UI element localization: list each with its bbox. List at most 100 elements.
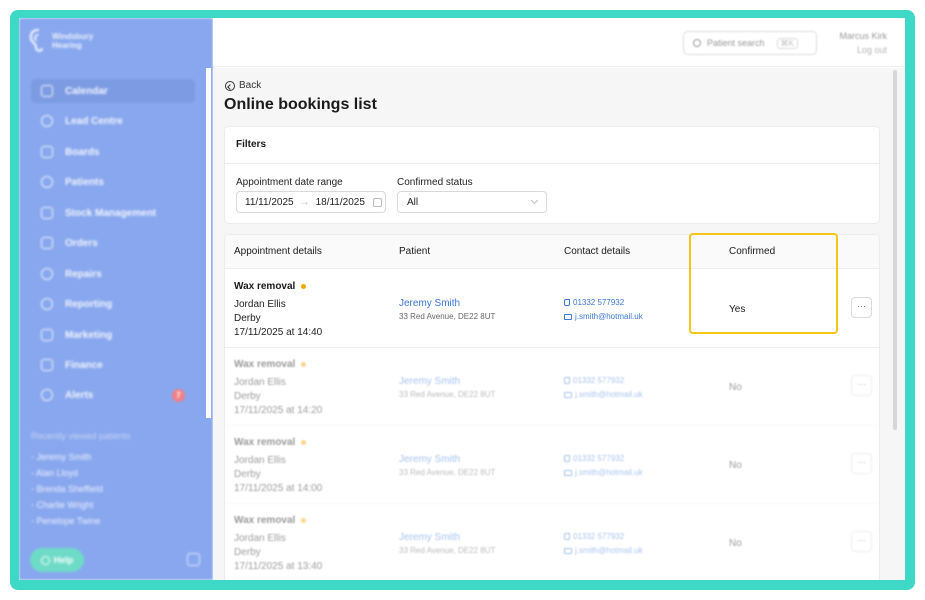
back-label: Back (239, 80, 262, 91)
appointment-type: Wax removal (234, 281, 307, 292)
alerts-badge: 7 (172, 388, 185, 402)
sidebar-item-label: Marketing (65, 329, 113, 341)
sidebar-item-label: Finance (65, 359, 103, 371)
location: Derby (234, 469, 261, 480)
email-link[interactable]: j.smith@hotmail.uk (564, 468, 643, 477)
confirmed-status-select[interactable]: All (397, 191, 547, 213)
phone-number: 01332 577932 (573, 376, 625, 385)
sidebar-item-lead-centre[interactable]: Lead Centre (31, 109, 195, 133)
confirmed-value: No (729, 538, 742, 549)
email-address: j.smith@hotmail.uk (575, 546, 643, 555)
patient-search-input[interactable]: Patient search ⌘K (683, 31, 817, 55)
date-range-picker[interactable]: 11/11/2025 → 18/11/2025 (236, 191, 386, 213)
confirmed-status-label: Confirmed status (397, 177, 473, 188)
patient-link[interactable]: Jeremy Smith (399, 376, 460, 387)
column-header-contact: Contact details (564, 246, 631, 257)
phone-link[interactable]: 01332 577932 (564, 376, 624, 385)
email-link[interactable]: j.smith@hotmail.uk (564, 312, 643, 321)
mail-icon (564, 469, 572, 476)
appointment-type: Wax removal (234, 359, 307, 370)
board-icon (41, 146, 53, 158)
main-scrollbar[interactable] (893, 70, 897, 430)
sidebar-item-patients[interactable]: Patients (31, 170, 195, 194)
practitioner: Jordan Ellis (234, 533, 286, 544)
phone-number: 01332 577932 (573, 298, 625, 307)
appointment-datetime: 17/11/2025 at 13:40 (234, 561, 323, 572)
email-address: j.smith@hotmail.uk (575, 312, 643, 321)
recent-patient-link[interactable]: - Penelope Twine (31, 516, 100, 526)
patient-link[interactable]: Jeremy Smith (399, 298, 460, 309)
table-row[interactable]: Wax removal Jordan Ellis Derby 17/11/202… (225, 426, 879, 504)
patient-address: 33 Red Avenue, DE22 8UT (399, 390, 496, 399)
sidebar-item-orders[interactable]: Orders (31, 231, 195, 255)
recent-patient-link[interactable]: - Alan Lloyd (31, 468, 78, 478)
appointment-type: Wax removal (234, 437, 307, 448)
column-header-patient: Patient (399, 246, 431, 257)
recent-patient-link[interactable]: - Brenda Sheffield (31, 484, 103, 494)
sidebar-item-stock-management[interactable]: Stock Management (31, 201, 195, 225)
sidebar-item-label: Lead Centre (65, 115, 123, 127)
brand-logo[interactable]: Windsbury Hearing (28, 28, 100, 54)
help-icon (40, 555, 50, 565)
phone-link[interactable]: 01332 577932 (564, 298, 624, 307)
sidebar-item-label: Reporting (65, 298, 113, 310)
page-title: Online bookings list (224, 96, 377, 113)
sidebar-item-label: Calendar (65, 85, 108, 97)
collapse-sidebar-icon[interactable] (187, 553, 200, 566)
email-address: j.smith@hotmail.uk (575, 390, 643, 399)
sidebar-item-label: Alerts (65, 389, 94, 401)
sidebar-item-repairs[interactable]: Repairs (31, 262, 195, 286)
recent-patient-link[interactable]: - Jeremy Smith (31, 452, 92, 462)
patient-link[interactable]: Jeremy Smith (399, 532, 460, 543)
sidebar-item-label: Stock Management (65, 207, 157, 219)
appointment-type-label: Wax removal (234, 437, 296, 448)
patients-icon (41, 176, 53, 188)
sidebar-item-boards[interactable]: Boards (31, 140, 195, 164)
email-link[interactable]: j.smith@hotmail.uk (564, 546, 643, 555)
more-actions-button[interactable]: ··· (851, 531, 872, 552)
back-link[interactable]: Back (225, 80, 261, 91)
sidebar-item-label: Boards (65, 146, 100, 158)
sidebar-item-marketing[interactable]: Marketing (31, 323, 195, 347)
phone-icon (564, 299, 570, 306)
location: Derby (234, 547, 261, 558)
appointment-type-label: Wax removal (234, 515, 296, 526)
patient-link[interactable]: Jeremy Smith (399, 454, 460, 465)
help-button[interactable]: Help (30, 548, 84, 572)
practitioner: Jordan Ellis (234, 455, 286, 466)
mail-icon (564, 391, 572, 398)
email-link[interactable]: j.smith@hotmail.uk (564, 390, 643, 399)
arrow-right-icon: → (299, 196, 310, 208)
logout-link[interactable]: Log out (857, 45, 887, 55)
wrench-icon (41, 268, 53, 280)
sidebar-item-calendar[interactable]: Calendar (31, 79, 195, 103)
headset-icon (41, 115, 53, 127)
practitioner: Jordan Ellis (234, 377, 286, 388)
search-icon (693, 39, 701, 47)
box-icon (41, 207, 53, 219)
top-bar: Patient search ⌘K Marcus Kirk Log out (213, 18, 905, 67)
table-row[interactable]: Wax removal Jordan Ellis Derby 17/11/202… (225, 504, 879, 580)
sidebar-item-alerts[interactable]: Alerts 7 (31, 383, 195, 407)
search-placeholder: Patient search (707, 38, 765, 48)
appointment-datetime: 17/11/2025 at 14:40 (234, 327, 323, 338)
divider (225, 163, 879, 164)
sidebar-item-reporting[interactable]: Reporting (31, 292, 195, 316)
phone-number: 01332 577932 (573, 532, 625, 541)
sidebar: Windsbury Hearing Calendar Lead Centre B… (19, 18, 213, 580)
patient-address: 33 Red Avenue, DE22 8UT (399, 468, 496, 477)
phone-link[interactable]: 01332 577932 (564, 532, 624, 541)
confirmed-value: No (729, 382, 742, 393)
phone-link[interactable]: 01332 577932 (564, 454, 624, 463)
more-actions-button[interactable]: ··· (851, 297, 872, 318)
practitioner: Jordan Ellis (234, 299, 286, 310)
sidebar-scrollbar[interactable] (206, 68, 211, 418)
sidebar-item-finance[interactable]: Finance (31, 353, 195, 377)
mail-icon (564, 547, 572, 554)
table-row[interactable]: Wax removal Jordan Ellis Derby 17/11/202… (225, 348, 879, 426)
filters-panel: Filters Appointment date range 11/11/202… (224, 126, 880, 224)
recent-patient-link[interactable]: - Charlie Wright (31, 500, 93, 510)
more-actions-button[interactable]: ··· (851, 375, 872, 396)
appointment-type-label: Wax removal (234, 281, 296, 292)
more-actions-button[interactable]: ··· (851, 453, 872, 474)
